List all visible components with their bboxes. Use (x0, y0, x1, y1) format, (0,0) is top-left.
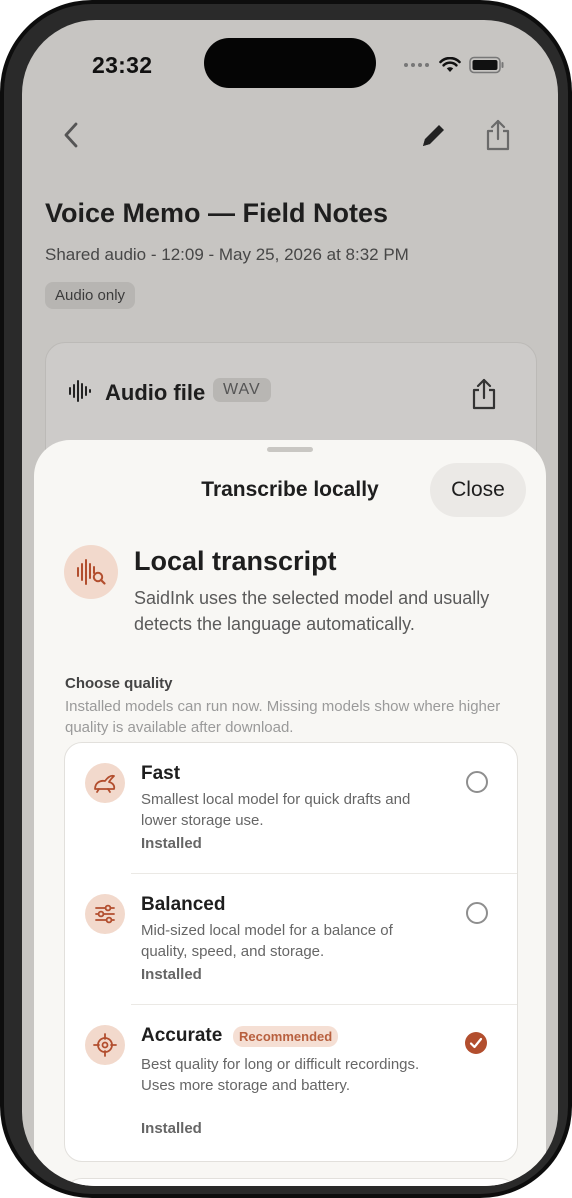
transcribe-sheet: Transcribe locally Close Local transcrip… (34, 440, 546, 1186)
hero-description: SaidInk uses the selected model and usua… (134, 588, 490, 634)
recommended-badge: Recommended (233, 1026, 339, 1047)
share-icon[interactable] (470, 377, 498, 411)
cellular-dots-icon (404, 63, 429, 67)
memo-title: Voice Memo — Field Notes (45, 198, 389, 228)
sliders-icon (85, 894, 125, 934)
option-description: Mid-sized local model for a balance of q… (141, 922, 393, 960)
rabbit-icon (85, 763, 125, 803)
format-badge: WAV (213, 378, 271, 402)
memo-tag: Audio only (45, 282, 136, 309)
option-status: Installed (141, 835, 202, 852)
back-button[interactable] (42, 105, 102, 165)
waveform-icon (69, 380, 91, 402)
option-title: Accurate (141, 1025, 223, 1046)
option-accurate[interactable]: Accurate Recommended Best quality for lo… (65, 1005, 517, 1161)
option-description: Best quality for long or difficult recor… (141, 1056, 420, 1094)
status-icons (404, 56, 505, 74)
option-title: Balanced (141, 894, 226, 915)
share-button[interactable] (468, 105, 528, 165)
phone-bezel: 23:32 Voice Memo — Field Notes Shared au… (4, 4, 568, 1194)
radio-unselected[interactable] (466, 771, 488, 793)
option-balanced[interactable]: Balanced Mid-sized local model for a bal… (65, 874, 517, 1005)
next-section-card (64, 1178, 518, 1186)
pencil-icon (423, 125, 444, 146)
edit-button[interactable] (404, 105, 464, 165)
transcript-icon (64, 545, 118, 599)
share-icon (486, 119, 510, 151)
wifi-icon (439, 57, 461, 72)
screen: 23:32 Voice Memo — Field Notes Shared au… (22, 20, 558, 1186)
audio-file-label: Audio file (105, 380, 206, 405)
checkmark-icon (469, 1037, 483, 1049)
status-time: 23:32 (92, 52, 153, 78)
quality-label: Choose quality (65, 675, 173, 692)
memo-subtitle: Shared audio - 12:09 - May 25, 2026 at 8… (45, 245, 409, 264)
option-description: Smallest local model for quick drafts an… (141, 791, 411, 829)
battery-icon (469, 56, 504, 74)
dynamic-island (204, 38, 376, 88)
sheet-grabber[interactable] (267, 447, 313, 452)
quality-hint: Installed models can run now. Missing mo… (65, 698, 501, 736)
phone-frame: 23:32 Voice Memo — Field Notes Shared au… (0, 0, 572, 1198)
option-status: Installed (141, 1120, 202, 1137)
option-status: Installed (141, 966, 202, 983)
radio-unselected[interactable] (466, 902, 488, 924)
option-title: Fast (141, 763, 181, 784)
hero-title: Local transcript (134, 546, 337, 576)
crosshair-icon (85, 1025, 125, 1065)
chevron-left-icon (64, 122, 78, 148)
quality-options: Fast Smallest local model for quick draf… (64, 742, 518, 1162)
radio-selected[interactable] (465, 1032, 487, 1054)
close-button[interactable]: Close (430, 463, 526, 517)
option-fast[interactable]: Fast Smallest local model for quick draf… (65, 743, 517, 874)
